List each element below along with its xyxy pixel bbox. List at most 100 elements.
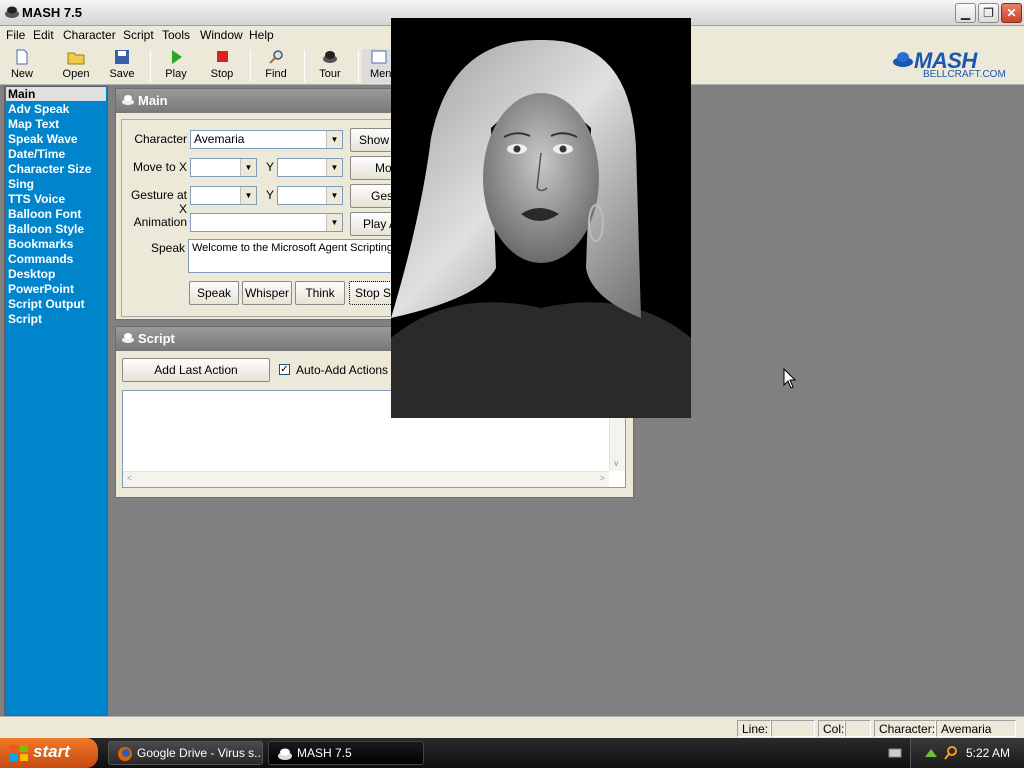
sidebar-item-powerpoint[interactable]: PowerPoint bbox=[8, 282, 74, 296]
chevron-down-icon[interactable]: ▼ bbox=[240, 159, 256, 176]
sidebar-item-bookmarks[interactable]: Bookmarks bbox=[8, 237, 73, 251]
scroll-left-icon[interactable]: < bbox=[127, 473, 132, 483]
sidebar-item-adv-speak[interactable]: Adv Speak bbox=[8, 102, 69, 116]
sidebar-item-balloon-font[interactable]: Balloon Font bbox=[8, 207, 81, 221]
character-status-value: Avemaria bbox=[936, 720, 1016, 737]
start-label: start bbox=[33, 742, 70, 761]
windows-logo-icon bbox=[10, 745, 28, 761]
search-icon[interactable] bbox=[943, 745, 959, 761]
tour-button-label: Tour bbox=[319, 68, 341, 80]
sidebar-item-tts-voice[interactable]: TTS Voice bbox=[8, 192, 65, 206]
move-to-y-select[interactable]: ▼ bbox=[277, 158, 343, 177]
mash-taskbar-icon bbox=[278, 748, 292, 760]
chevron-down-icon[interactable]: ▼ bbox=[326, 131, 342, 148]
new-button[interactable]: New bbox=[0, 49, 44, 83]
new-document-icon bbox=[16, 49, 28, 65]
character-select[interactable]: Avemaria ▼ bbox=[190, 130, 343, 149]
add-last-action-button[interactable]: Add Last Action bbox=[122, 358, 270, 382]
chevron-down-icon[interactable]: ▼ bbox=[326, 187, 342, 204]
keyboard-icon[interactable] bbox=[888, 746, 902, 760]
gesture-at-y-select[interactable]: ▼ bbox=[277, 186, 343, 205]
gesture-at-x-label: Gesture at X bbox=[130, 188, 187, 216]
move-to-y-label: Y bbox=[265, 160, 274, 174]
sidebar-item-balloon-style[interactable]: Balloon Style bbox=[8, 222, 84, 236]
menu-tools[interactable]: Tools bbox=[162, 28, 190, 42]
menu-file[interactable]: File bbox=[6, 28, 25, 42]
status-bar: Line: Col: Character: Avemaria bbox=[0, 716, 1024, 738]
firefox-icon bbox=[118, 747, 132, 761]
agent-character-avemaria[interactable] bbox=[391, 18, 691, 418]
panel-mash-icon bbox=[122, 95, 134, 105]
move-to-x-label: Move to X bbox=[132, 160, 187, 174]
line-value bbox=[771, 720, 815, 737]
menu-character[interactable]: Character bbox=[63, 28, 116, 42]
mash-logo-icon bbox=[893, 52, 913, 67]
restore-button[interactable]: ❐ bbox=[978, 3, 999, 23]
tour-button[interactable]: Tour bbox=[308, 49, 352, 83]
menu-help[interactable]: Help bbox=[249, 28, 274, 42]
clock[interactable]: 5:22 AM bbox=[966, 746, 1010, 760]
sidebar-item-date-time[interactable]: Date/Time bbox=[8, 147, 65, 161]
close-icon: ✕ bbox=[1006, 6, 1017, 20]
sidebar-item-map-text[interactable]: Map Text bbox=[8, 117, 59, 131]
speak-text-input[interactable]: Welcome to the Microsoft Agent Scripting bbox=[188, 239, 398, 273]
save-button-label: Save bbox=[109, 68, 135, 80]
stop-icon bbox=[217, 51, 228, 62]
save-button[interactable]: Save bbox=[100, 49, 144, 83]
taskbar-item-google-drive-label: Google Drive - Virus s... bbox=[137, 746, 263, 760]
play-button[interactable]: Play bbox=[154, 49, 198, 83]
animation-select[interactable]: ▼ bbox=[190, 213, 343, 232]
open-button-label: Open bbox=[62, 68, 90, 80]
move-to-x-select[interactable]: ▼ bbox=[190, 158, 257, 177]
menu-edit[interactable]: Edit bbox=[33, 28, 54, 42]
sidebar-item-character-size[interactable]: Character Size bbox=[8, 162, 91, 176]
col-label: Col: bbox=[818, 720, 845, 737]
auto-add-checkbox[interactable]: ✓ bbox=[279, 364, 290, 375]
menu-window[interactable]: Window bbox=[200, 28, 243, 42]
chevron-down-icon[interactable]: ▼ bbox=[326, 159, 342, 176]
speak-label: Speak bbox=[150, 241, 185, 255]
network-icon[interactable] bbox=[923, 745, 939, 761]
sidebar-item-script[interactable]: Script bbox=[8, 312, 42, 326]
character-status-label: Character: bbox=[874, 720, 936, 737]
menu-script[interactable]: Script bbox=[123, 28, 154, 42]
gesture-at-x-select[interactable]: ▼ bbox=[190, 186, 257, 205]
sidebar-item-sing[interactable]: Sing bbox=[8, 177, 34, 191]
minimize-button[interactable]: ▁ bbox=[955, 3, 976, 23]
line-label: Line: bbox=[737, 720, 771, 737]
sidebar-item-commands[interactable]: Commands bbox=[8, 252, 73, 266]
chevron-down-icon[interactable]: ▼ bbox=[326, 214, 342, 231]
checkmark-icon: ✓ bbox=[280, 364, 289, 375]
think-button[interactable]: Think bbox=[295, 281, 345, 305]
script-panel-title: Script bbox=[138, 331, 175, 346]
open-folder-icon bbox=[67, 52, 85, 65]
main-panel-title-bar[interactable]: Main bbox=[116, 89, 394, 113]
new-button-label: New bbox=[10, 68, 33, 80]
sidebar-item-main[interactable]: Main bbox=[6, 87, 106, 101]
sidebar-item-script-output[interactable]: Script Output bbox=[8, 297, 85, 311]
mash-app-icon bbox=[5, 6, 19, 18]
taskbar-item-mash[interactable]: MASH 7.5 bbox=[268, 741, 424, 765]
system-tray: 5:22 AM bbox=[910, 738, 1024, 768]
sidebar-item-speak-wave[interactable]: Speak Wave bbox=[8, 132, 78, 146]
whisper-button[interactable]: Whisper bbox=[242, 281, 292, 305]
sidebar-item-desktop[interactable]: Desktop bbox=[8, 267, 55, 281]
find-button-label: Find bbox=[265, 68, 287, 80]
open-button[interactable]: Open bbox=[54, 49, 98, 83]
window-title: MASH 7.5 bbox=[22, 5, 82, 20]
bellcraft-logo: MASH BELLCRAFT.COM bbox=[890, 48, 1020, 82]
taskbar-item-google-drive[interactable]: Google Drive - Virus s... bbox=[108, 741, 263, 765]
logo-url: BELLCRAFT.COM bbox=[923, 69, 1006, 80]
start-button[interactable]: start bbox=[0, 738, 98, 768]
horizontal-scrollbar[interactable]: < > bbox=[123, 471, 609, 487]
stop-button[interactable]: Stop bbox=[200, 49, 244, 83]
scroll-right-icon[interactable]: > bbox=[600, 473, 605, 483]
menu-button[interactable]: Men bbox=[362, 49, 392, 83]
find-button[interactable]: Find bbox=[254, 49, 298, 83]
chevron-down-icon[interactable]: ▼ bbox=[240, 187, 256, 204]
close-button[interactable]: ✕ bbox=[1001, 3, 1022, 23]
scroll-down-icon[interactable]: ∨ bbox=[613, 458, 620, 469]
speak-button[interactable]: Speak bbox=[189, 281, 239, 305]
play-icon bbox=[172, 50, 182, 64]
toolbar-separator bbox=[250, 50, 251, 82]
